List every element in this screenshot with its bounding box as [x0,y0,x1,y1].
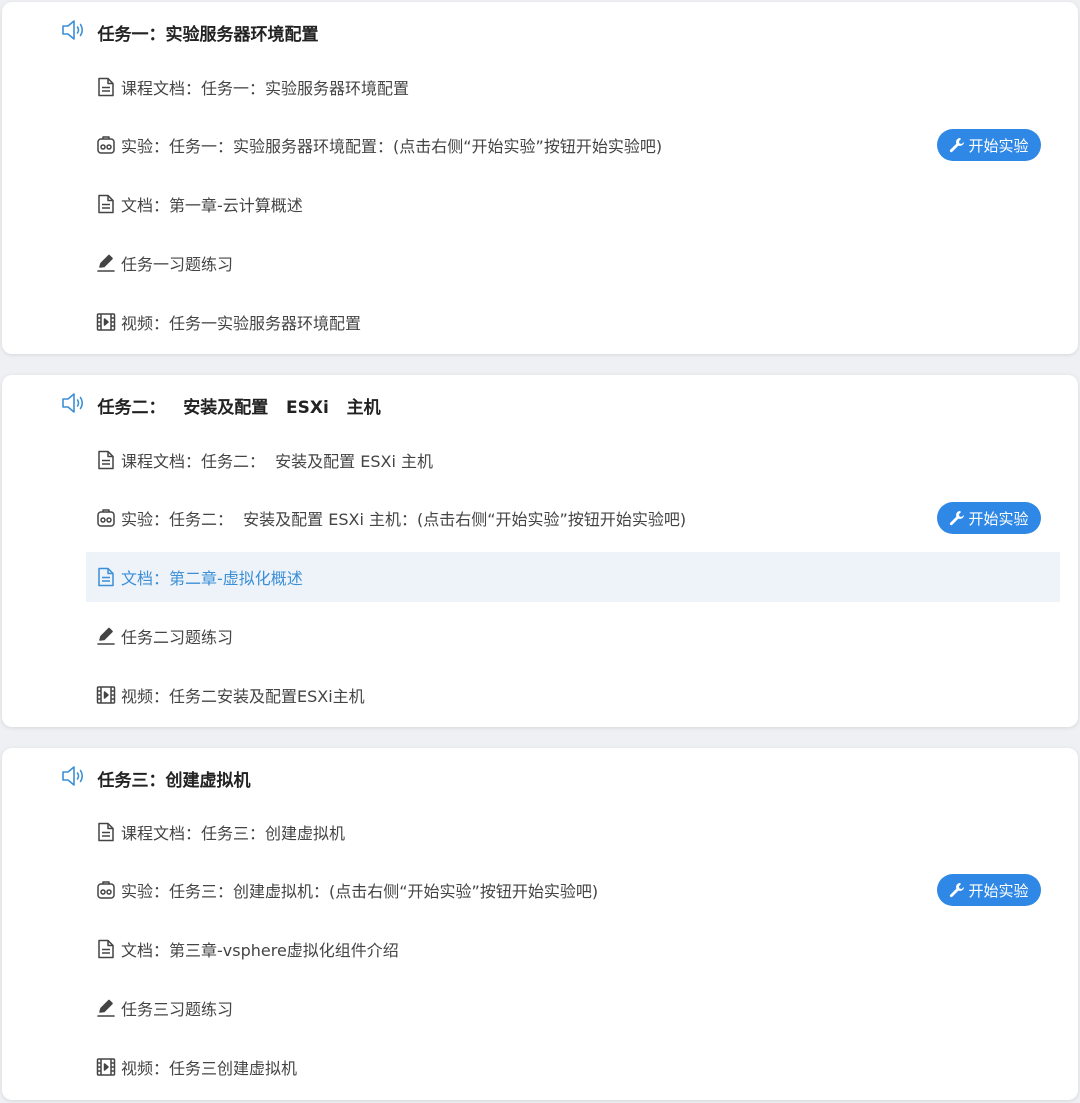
lab-icon [96,508,116,528]
list-item-chapter-doc[interactable]: 文档：第三章-vsphere虚拟化组件介绍 [86,924,1060,974]
list-item-video[interactable]: 视频：任务一实验服务器环境配置 [86,297,1060,347]
task-title: 任务二： 安装及配置 ESXi 主机 [24,389,381,421]
start-lab-button[interactable]: 开始实验 [937,129,1041,161]
list-item-video[interactable]: 视频：任务二安装及配置ESXi主机 [86,670,1060,720]
speaker-icon [24,744,86,813]
list-item-label: 视频：任务二安装及配置ESXi主机 [121,687,365,706]
task-card-1: 任务一：实验服务器环境配置 课程文档：任务一：实验服务器环境配置 实验：任务一：… [2,2,1078,354]
document-icon [96,450,116,470]
video-icon [96,1057,116,1077]
list-item-video[interactable]: 视频：任务三创建虚拟机 [86,1042,1060,1092]
document-icon [96,939,116,959]
task-title: 任务一：实验服务器环境配置 [24,16,319,48]
pen-icon [96,626,116,646]
pen-icon [96,998,116,1018]
task-title-text: 任务三：创建虚拟机 [97,770,251,791]
document-icon [96,77,116,97]
list-item-label: 实验：任务三：创建虚拟机：(点击右侧“开始实验”按钮开始实验吧) [121,882,599,901]
list-item-label: 视频：任务三创建虚拟机 [121,1059,298,1078]
lab-icon [96,135,116,155]
list-item-label: 文档：第一章-云计算概述 [121,196,303,215]
lab-icon [96,880,116,900]
list-item-label: 任务二习题练习 [121,628,234,647]
list-item-chapter-doc[interactable]: 文档：第二章-虚拟化概述 [86,552,1060,602]
list-item-label: 任务三习题练习 [121,1000,234,1019]
task-card-2: 任务二： 安装及配置 ESXi 主机 课程文档：任务二： 安装及配置 ESXi … [2,375,1078,727]
list-item-label: 课程文档：任务二： 安装及配置 ESXi 主机 [121,452,434,471]
start-lab-button-label: 开始实验 [968,509,1029,528]
task-title-text: 任务二： 安装及配置 ESXi 主机 [97,397,381,418]
list-item-lab[interactable]: 实验：任务二： 安装及配置 ESXi 主机：(点击右侧“开始实验”按钮开始实验吧… [86,493,1060,543]
list-item-label: 文档：第二章-虚拟化概述 [121,569,303,588]
list-item-course-doc[interactable]: 课程文档：任务三：创建虚拟机 [86,807,1060,857]
list-item-label: 任务一习题练习 [121,255,234,274]
start-lab-button-label: 开始实验 [968,136,1029,155]
task-card-3: 任务三：创建虚拟机 课程文档：任务三：创建虚拟机 实验：任务三：创建虚拟机：(点… [2,748,1078,1100]
document-icon [96,567,116,587]
start-lab-button[interactable]: 开始实验 [937,874,1041,906]
list-item-label: 课程文档：任务三：创建虚拟机 [121,824,346,843]
list-item-label: 实验：任务二： 安装及配置 ESXi 主机：(点击右侧“开始实验”按钮开始实验吧… [121,510,687,529]
start-lab-button[interactable]: 开始实验 [937,502,1041,534]
pen-icon [96,253,116,273]
wrench-icon [950,511,965,526]
list-item-exercise[interactable]: 任务一习题练习 [86,238,1060,288]
list-item-chapter-doc[interactable]: 文档：第一章-云计算概述 [86,179,1060,229]
video-icon [96,685,116,705]
list-item-exercise[interactable]: 任务三习题练习 [86,983,1060,1033]
speaker-icon [24,371,86,440]
task-title: 任务三：创建虚拟机 [24,762,251,794]
video-icon [96,312,116,332]
wrench-icon [950,883,965,898]
list-item-exercise[interactable]: 任务二习题练习 [86,611,1060,661]
document-icon [96,822,116,842]
list-item-label: 课程文档：任务一：实验服务器环境配置 [121,79,410,98]
list-item-lab[interactable]: 实验：任务一：实验服务器环境配置：(点击右侧“开始实验”按钮开始实验吧) 开始实… [86,120,1060,170]
list-item-course-doc[interactable]: 课程文档：任务二： 安装及配置 ESXi 主机 [86,435,1060,485]
list-item-label: 实验：任务一：实验服务器环境配置：(点击右侧“开始实验”按钮开始实验吧) [121,137,663,156]
list-item-label: 视频：任务一实验服务器环境配置 [121,314,362,333]
wrench-icon [950,138,965,153]
list-item-label: 文档：第三章-vsphere虚拟化组件介绍 [121,941,399,960]
start-lab-button-label: 开始实验 [968,881,1029,900]
list-item-course-doc[interactable]: 课程文档：任务一：实验服务器环境配置 [86,62,1060,112]
document-icon [96,194,116,214]
list-item-lab[interactable]: 实验：任务三：创建虚拟机：(点击右侧“开始实验”按钮开始实验吧) 开始实验 [86,865,1060,915]
speaker-icon [24,0,86,67]
task-title-text: 任务一：实验服务器环境配置 [97,24,319,45]
